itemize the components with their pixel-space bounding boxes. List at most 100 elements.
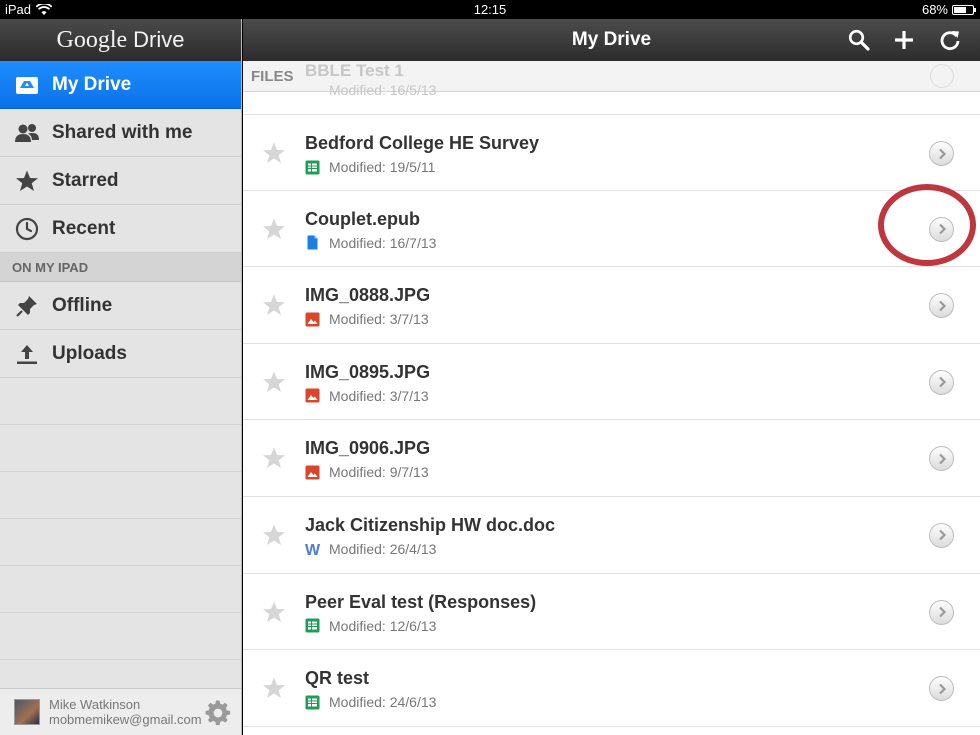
file-modified: Modified: 16/7/13 [329, 234, 437, 251]
file-list: Bedford College HE Survey Modified: 19/5/… [243, 114, 980, 727]
file-name: Peer Eval test (Responses) [305, 591, 537, 612]
file-modified: Modified: 3/7/13 [329, 387, 429, 404]
gear-icon[interactable] [205, 700, 231, 726]
file-detail-button[interactable] [929, 446, 954, 472]
file-row[interactable]: QR test Modified: 24/6/13 [243, 650, 980, 727]
image-icon [305, 388, 320, 403]
sidebar-item-starred[interactable]: Starred [0, 157, 241, 205]
scrolled-file-row: BBLE Test 1 Modified: 16/5/13 [305, 61, 436, 98]
svg-text:W: W [305, 542, 320, 556]
account-panel[interactable]: Mike Watkinson mobmemikew@gmail.com [0, 688, 241, 735]
search-button[interactable] [846, 27, 872, 53]
status-bar: iPad 12:15 68% [0, 0, 980, 19]
pin-icon [14, 293, 40, 319]
file-row[interactable]: Couplet.epub Modified: 16/7/13 [243, 191, 980, 268]
file-name: Bedford College HE Survey [305, 133, 540, 153]
empty-row [0, 378, 241, 425]
file-row[interactable]: IMG_0888.JPG Modified: 3/7/13 [243, 267, 980, 344]
file-detail-button[interactable] [929, 676, 954, 702]
file-meta: Modified: 16/7/13 [305, 235, 436, 251]
logo-google: Google [56, 26, 128, 53]
file-meta: W Modified: 26/4/13 [305, 541, 436, 557]
image-icon [305, 465, 320, 480]
refresh-button[interactable] [937, 27, 963, 53]
highlight-circle-annotation [878, 184, 976, 266]
file-name: Jack Citizenship HW doc.doc [305, 514, 556, 535]
file-meta: Modified: 9/7/13 [305, 464, 429, 480]
chevron-right-icon [938, 148, 946, 159]
star-icon [14, 168, 40, 194]
file-meta: Modified: 12/6/13 [305, 618, 436, 634]
main-panel: My Drive BBLE Test 1 Modified: 16/5/13 F… [243, 19, 980, 735]
refresh-icon [940, 31, 960, 51]
clock: 12:15 [473, 2, 507, 17]
scrolled-file-name: BBLE Test 1 [305, 61, 404, 80]
account-email: mobmemikew@gmail.com [49, 712, 202, 727]
file-name: QR test [305, 668, 370, 689]
sidebar-item-uploads[interactable]: Uploads [0, 330, 241, 378]
battery-percent: 68% [921, 2, 948, 17]
drive-icon [14, 72, 40, 98]
star-toggle-icon[interactable] [262, 217, 286, 241]
logo-drive: Drive [133, 27, 185, 52]
sidebar: Google Drive My Drive Shared with me Sta… [0, 19, 242, 735]
empty-row [0, 613, 241, 660]
file-detail-button[interactable] [929, 141, 954, 166]
sidebar-item-my-drive[interactable]: My Drive [0, 61, 241, 109]
search-icon [848, 29, 870, 51]
empty-row [0, 472, 241, 519]
file-row[interactable]: IMG_0906.JPG Modified: 9/7/13 [243, 420, 980, 497]
section-header-on-my-ipad: ON MY IPAD [0, 253, 241, 282]
file-name: IMG_0888.JPG [305, 285, 431, 306]
empty-row [0, 519, 241, 566]
star-toggle-icon[interactable] [262, 293, 286, 317]
spreadsheet-icon [305, 618, 320, 633]
star-toggle-icon[interactable] [262, 600, 286, 624]
file-detail-button[interactable] [929, 293, 954, 319]
chevron-right-icon [938, 530, 946, 541]
file-row[interactable]: IMG_0895.JPG Modified: 3/7/13 [243, 344, 980, 421]
spreadsheet-icon [305, 695, 320, 710]
account-name: Mike Watkinson [49, 697, 141, 712]
top-bar: My Drive [243, 19, 980, 61]
file-name: IMG_0906.JPG [305, 438, 431, 459]
sidebar-item-label: Shared with me [52, 121, 193, 143]
file-row[interactable]: Jack Citizenship HW doc.doc W Modified: 26… [243, 497, 980, 574]
scrolled-file-meta: Modified: 16/5/13 [329, 82, 437, 98]
sidebar-item-label: My Drive [52, 73, 132, 95]
scrolled-detail-button [930, 64, 954, 88]
sidebar-item-label: Starred [52, 169, 119, 191]
file-name: Couplet.epub [305, 208, 420, 229]
people-icon [14, 120, 40, 146]
file-row[interactable]: Bedford College HE Survey Modified: 19/5/… [243, 114, 980, 191]
file-detail-button[interactable] [929, 599, 954, 625]
sidebar-item-label: Uploads [52, 342, 127, 364]
star-toggle-icon[interactable] [262, 676, 286, 700]
empty-row [0, 425, 241, 472]
file-row[interactable]: Peer Eval test (Responses) Modified: 12/6… [243, 574, 980, 651]
files-section-header: BBLE Test 1 Modified: 16/5/13 FILES [243, 61, 980, 98]
app-logo: Google Drive [0, 19, 241, 61]
star-toggle-icon[interactable] [262, 370, 286, 394]
star-toggle-icon[interactable] [262, 523, 286, 547]
file-icon [305, 235, 320, 250]
avatar [14, 699, 40, 725]
sidebar-item-offline[interactable]: Offline [0, 282, 241, 330]
sidebar-item-recent[interactable]: Recent [0, 205, 241, 253]
file-modified: Modified: 26/4/13 [329, 540, 437, 557]
file-meta: Modified: 24/6/13 [305, 694, 436, 710]
battery-icon [952, 4, 976, 15]
star-toggle-icon[interactable] [262, 446, 286, 470]
star-toggle-icon[interactable] [262, 141, 286, 165]
file-detail-button[interactable] [929, 369, 954, 395]
file-meta: Modified: 19/5/11 [305, 159, 435, 175]
sidebar-item-shared-with-me[interactable]: Shared with me [0, 109, 241, 157]
file-modified: Modified: 3/7/13 [329, 311, 429, 328]
chevron-right-icon [938, 683, 946, 694]
files-label: FILES [251, 68, 294, 85]
file-name: IMG_0895.JPG [305, 361, 431, 382]
add-button[interactable] [891, 27, 917, 53]
file-modified: Modified: 19/5/11 [329, 159, 436, 175]
file-modified: Modified: 12/6/13 [329, 617, 437, 634]
file-detail-button[interactable] [929, 522, 954, 548]
